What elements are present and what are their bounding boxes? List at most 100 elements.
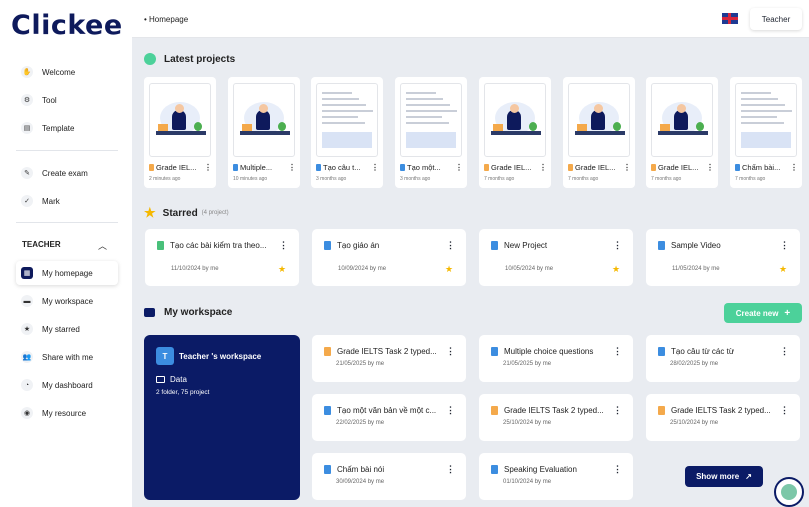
more-options-icon[interactable]: ⋮	[613, 405, 622, 416]
sidebar-item-welcome[interactable]: ✋ Welcome	[16, 60, 118, 84]
more-options-icon[interactable]: ⋮	[790, 163, 798, 172]
more-options-icon[interactable]: ⋮	[371, 163, 379, 172]
workspace-item-card[interactable]: Grade IELTS Task 2 typed... ⋮ 25/10/2024 b…	[646, 394, 800, 441]
starred-date: 10/09/2024 by me	[338, 266, 387, 272]
role-button[interactable]: Teacher	[750, 8, 802, 30]
sidebar-item-my-homepage[interactable]: ▦ My homepage	[16, 261, 118, 285]
workspace-folder[interactable]: Data	[156, 375, 187, 384]
workspace-header: My workspace	[144, 307, 232, 318]
more-options-icon[interactable]: ⋮	[446, 240, 455, 251]
brand-logo[interactable]: Clickee	[11, 10, 123, 41]
workspace-item-card[interactable]: Tạo câu từ các từ ⋮ 28/02/2025 by me	[646, 335, 800, 382]
workspace-item-card[interactable]: Grade IELTS Task 2 typed... ⋮ 21/05/2025 b…	[312, 335, 466, 382]
illustration-part	[259, 104, 268, 113]
star-icon[interactable]: ★	[445, 264, 453, 275]
project-card[interactable]: Grade IEL... ⋮ 7 months ago	[479, 77, 551, 188]
create-new-button[interactable]: Create new +	[724, 303, 802, 323]
project-name: Tạo một...	[400, 163, 452, 172]
sidebar-item-mark[interactable]: ✓ Mark	[16, 189, 118, 213]
workspace-count: 2 folder, 75 project	[156, 389, 210, 396]
project-name: Grade IEL...	[651, 163, 703, 172]
more-options-icon[interactable]: ⋮	[446, 405, 455, 416]
folder-label: Data	[170, 375, 187, 384]
more-options-icon[interactable]: ⋮	[446, 464, 455, 475]
starred-card[interactable]: New Project ⋮ 10/05/2024 by me ★	[479, 229, 633, 286]
more-options-icon[interactable]: ⋮	[539, 163, 547, 172]
more-options-icon[interactable]: ⋮	[288, 163, 296, 172]
more-options-icon[interactable]: ⋮	[613, 240, 622, 251]
more-options-icon[interactable]: ⋮	[204, 163, 212, 172]
more-options-icon[interactable]: ⋮	[613, 346, 622, 357]
more-options-icon[interactable]: ⋮	[279, 240, 288, 251]
project-name-text: Grade IEL...	[156, 163, 197, 172]
workspace-item-name: Multiple choice questions	[491, 347, 611, 356]
sidebar-item-tool[interactable]: ⚙ Tool	[16, 88, 118, 112]
doc-line	[322, 116, 358, 118]
more-options-icon[interactable]: ⋮	[780, 405, 789, 416]
chevron-up-icon[interactable]: ︿	[98, 239, 107, 252]
workspace-item-card[interactable]: Chấm bài nói ⋮ 30/09/2024 by me	[312, 453, 466, 500]
latest-projects-title: Latest projects	[164, 53, 236, 65]
starred-card[interactable]: Sample Video ⋮ 11/05/2024 by me ★	[646, 229, 800, 286]
star-icon[interactable]: ★	[278, 264, 286, 275]
workspace-item-date: 25/10/2024 by me	[503, 420, 552, 426]
project-card[interactable]: Chấm bài... ⋮ 7 months ago	[730, 77, 802, 188]
breadcrumb-label: Homepage	[149, 15, 189, 24]
project-card[interactable]: Grade IEL... ⋮ 7 months ago	[563, 77, 635, 188]
illustration-part	[613, 122, 621, 131]
more-options-icon[interactable]: ⋮	[623, 163, 631, 172]
sidebar-item-create-exam[interactable]: ✎ Create exam	[16, 161, 118, 185]
more-options-icon[interactable]: ⋮	[446, 346, 455, 357]
sidebar-item-my-workspace[interactable]: ▬ My workspace	[16, 289, 118, 313]
project-time: 2 minutes ago	[149, 176, 181, 182]
sidebar-item-share-with-me[interactable]: 👥 Share with me	[16, 345, 118, 369]
project-card[interactable]: Tạo câu t... ⋮ 3 months ago	[311, 77, 383, 188]
sidebar-item-label: My dashboard	[42, 380, 93, 390]
project-card[interactable]: Multiple... ⋮ 10 minutes ago	[228, 77, 300, 188]
workspace-item-card[interactable]: Multiple choice questions ⋮ 21/05/2025 by …	[479, 335, 633, 382]
more-options-icon[interactable]: ⋮	[613, 464, 622, 475]
file-icon	[658, 347, 665, 356]
file-icon	[568, 164, 573, 171]
star-icon[interactable]: ★	[612, 264, 620, 275]
project-name-text: Grade IEL...	[575, 163, 616, 172]
assistant-bot-icon[interactable]	[774, 477, 804, 507]
project-time: 3 months ago	[316, 176, 347, 182]
sidebar-item-template[interactable]: ▤ Template	[16, 116, 118, 140]
more-options-icon[interactable]: ⋮	[706, 163, 714, 172]
workspace-item-card[interactable]: Grade IELTS Task 2 typed... ⋮ 25/10/2024 b…	[479, 394, 633, 441]
workspace-item-card[interactable]: Speaking Evaluation ⋮ 01/10/2024 by me	[479, 453, 633, 500]
illustration-part	[577, 124, 587, 131]
starred-card[interactable]: Tạo các bài kiểm tra theo... ⋮ 11/10/2024 …	[145, 229, 299, 286]
workspace-item-date: 28/02/2025 by me	[670, 361, 719, 367]
illustration-part	[658, 131, 708, 135]
project-name: Grade IEL...	[568, 163, 620, 172]
project-card[interactable]: Grade IEL... ⋮ 7 months ago	[646, 77, 718, 188]
sidebar-item-my-dashboard[interactable]: ◔ My dashboard	[16, 373, 118, 397]
workspace-item-date: 22/02/2025 by me	[336, 420, 385, 426]
workspace-avatar: T	[156, 347, 174, 365]
show-more-button[interactable]: Show more ↗	[685, 466, 763, 487]
illustration-part	[493, 124, 503, 131]
project-time: 10 minutes ago	[233, 176, 268, 182]
project-card[interactable]: Grade IEL... ⋮ 2 minutes ago	[144, 77, 216, 188]
project-card[interactable]: Tạo một... ⋮ 3 months ago	[395, 77, 467, 188]
teacher-workspace-card[interactable]: T Teacher 's workspace Data 2 folder, 75…	[144, 335, 300, 500]
starred-card[interactable]: Tạo giáo án ⋮ 10/09/2024 by me ★	[312, 229, 466, 286]
illustration-part	[240, 131, 290, 135]
sidebar-item-my-resource[interactable]: ◉ My resource	[16, 401, 118, 425]
file-icon	[324, 241, 331, 250]
show-more-label: Show more	[696, 472, 740, 481]
workspace-item-name-text: Grade IELTS Task 2 typed...	[504, 406, 604, 415]
sidebar-item-my-starred[interactable]: ★ My starred	[16, 317, 118, 341]
uk-flag-icon[interactable]	[722, 13, 738, 24]
star-icon[interactable]: ★	[779, 264, 787, 275]
more-options-icon[interactable]: ⋮	[455, 163, 463, 172]
doc-line	[741, 104, 785, 106]
more-options-icon[interactable]: ⋮	[780, 240, 789, 251]
workspace-item-card[interactable]: Tạo một văn bản về một c... ⋮ 22/02/2025 b…	[312, 394, 466, 441]
project-name: Multiple...	[233, 163, 285, 172]
illustration-part	[529, 122, 537, 131]
more-options-icon[interactable]: ⋮	[780, 346, 789, 357]
starred-count: (4 project)	[201, 210, 229, 216]
